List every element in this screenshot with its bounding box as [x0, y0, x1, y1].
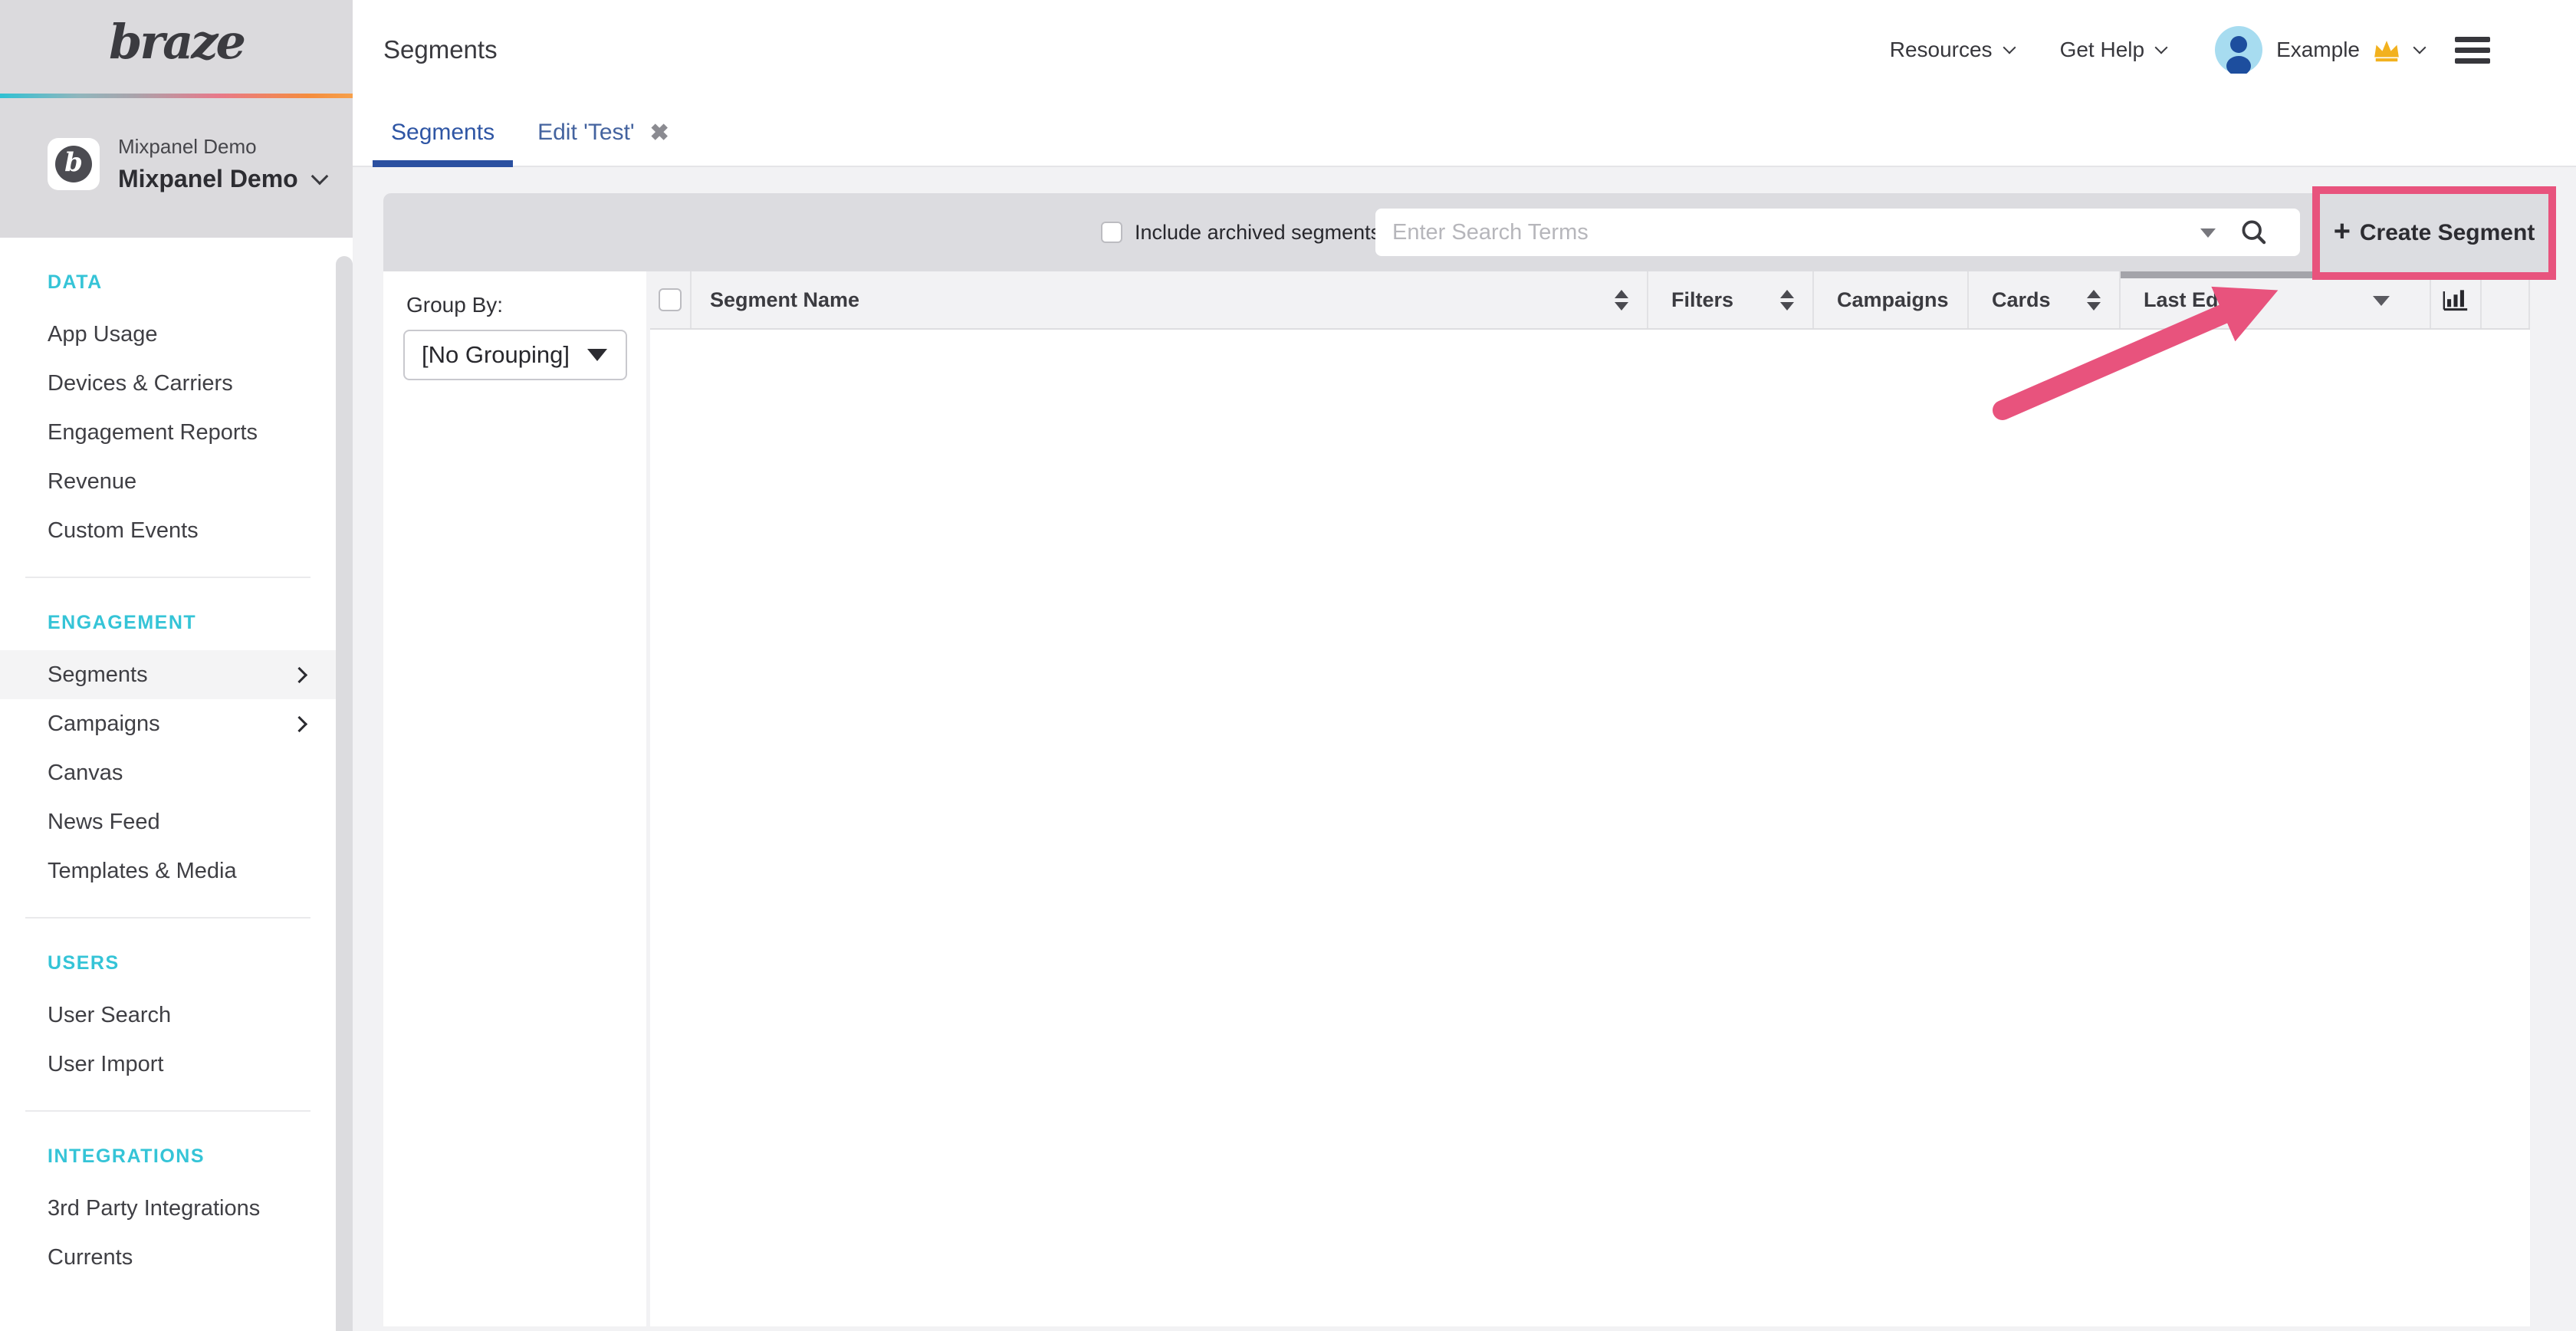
sidebar-item-user-search[interactable]: User Search: [0, 991, 336, 1040]
chevron-right-icon: [291, 715, 307, 731]
search-box: [1375, 209, 2300, 256]
sidebar-nav: DATA App Usage Devices & Carriers Engage…: [0, 238, 336, 1282]
column-last-edited[interactable]: Last Edited: [2121, 271, 2431, 328]
tab-bar: Segments Edit 'Test' ✖: [353, 100, 2576, 167]
user-avatar[interactable]: [2215, 26, 2262, 74]
close-tab-icon[interactable]: ✖: [650, 120, 669, 146]
section-title-engagement: ENGAGEMENT: [0, 612, 336, 650]
sidebar-item-campaigns[interactable]: Campaigns: [0, 699, 336, 748]
sidebar-item-devices-carriers[interactable]: Devices & Carriers: [0, 359, 336, 408]
sidebar-item-currents[interactable]: Currents: [0, 1233, 336, 1282]
resources-menu[interactable]: Resources: [1890, 38, 2014, 62]
section-title-users: USERS: [0, 952, 336, 991]
column-cards[interactable]: Cards: [1969, 271, 2121, 328]
chevron-right-icon: [291, 666, 307, 682]
sidebar-scrollbar[interactable]: [336, 256, 353, 1331]
chevron-down-icon[interactable]: [310, 167, 328, 185]
table-body-empty: [650, 330, 2530, 1325]
sidebar-header: braze b Mixpanel Demo Mixpanel Demo: [0, 0, 353, 238]
chevron-down-icon[interactable]: [2413, 41, 2426, 54]
braze-logo[interactable]: braze: [0, 14, 353, 70]
active-tab-underline: [373, 160, 513, 167]
group-by-label: Group By:: [406, 293, 503, 317]
sidebar-item-news-feed[interactable]: News Feed: [0, 797, 336, 846]
sort-icon[interactable]: [2087, 290, 2101, 311]
sort-icon[interactable]: [1780, 290, 1794, 311]
tab-segments[interactable]: Segments: [373, 100, 513, 166]
brand-gradient-bar: [0, 94, 353, 98]
workspace-switcher[interactable]: b Mixpanel Demo Mixpanel Demo: [48, 135, 326, 193]
sidebar-item-custom-events[interactable]: Custom Events: [0, 506, 336, 555]
tab-edit-test[interactable]: Edit 'Test' ✖: [519, 100, 688, 166]
chevron-down-icon: [2003, 41, 2016, 54]
group-by-panel: Group By: [No Grouping]: [383, 271, 646, 1326]
search-icon[interactable]: [2240, 219, 2268, 246]
crown-icon: [2372, 38, 2401, 62]
segments-toolbar: Include archived segments + Create Segme…: [383, 193, 2545, 271]
sidebar-item-templates-media[interactable]: Templates & Media: [0, 846, 336, 896]
section-title-data: DATA: [0, 271, 336, 310]
get-help-menu[interactable]: Get Help: [2060, 38, 2167, 62]
column-analytics[interactable]: [2431, 271, 2482, 328]
annotation-highlight-box: + Create Segment: [2312, 186, 2556, 280]
sidebar: braze b Mixpanel Demo Mixpanel Demo DATA…: [0, 0, 353, 1331]
sidebar-item-segments[interactable]: Segments: [0, 650, 336, 699]
sidebar-item-3rd-party-integrations[interactable]: 3rd Party Integrations: [0, 1184, 336, 1233]
column-filters[interactable]: Filters: [1648, 271, 1814, 328]
workspace-label: Mixpanel Demo: [118, 135, 326, 159]
menu-icon[interactable]: [2455, 34, 2490, 66]
sort-icon[interactable]: [1615, 290, 1628, 311]
column-campaigns[interactable]: Campaigns: [1814, 271, 1969, 328]
plus-icon: +: [2334, 215, 2351, 248]
column-spacer: [2482, 271, 2530, 328]
section-title-integrations: INTEGRATIONS: [0, 1145, 336, 1184]
sidebar-item-revenue[interactable]: Revenue: [0, 457, 336, 506]
page-title: Segments: [383, 35, 498, 64]
column-segment-name[interactable]: Segment Name: [692, 271, 1648, 328]
select-all-checkbox[interactable]: [659, 288, 682, 311]
select-all-cell: [650, 271, 692, 328]
include-archived-checkbox[interactable]: [1101, 222, 1122, 243]
workspace-app-icon: b: [48, 138, 100, 190]
braze-b-icon: b: [55, 146, 92, 182]
search-dropdown-caret-icon[interactable]: [2200, 228, 2216, 238]
sidebar-item-engagement-reports[interactable]: Engagement Reports: [0, 408, 336, 457]
caret-down-icon[interactable]: [2373, 296, 2390, 306]
analytics-chart-icon: [2443, 288, 2469, 312]
table-header-row: Segment Name Filters Campaigns Cards Las…: [650, 271, 2530, 330]
main-content: Include archived segments + Create Segme…: [353, 167, 2576, 1331]
include-archived-label: Include archived segments: [1135, 221, 1381, 245]
create-segment-button[interactable]: + Create Segment: [2320, 194, 2548, 272]
top-bar: Segments Resources Get Help Example: [353, 0, 2576, 100]
sidebar-item-app-usage[interactable]: App Usage: [0, 310, 336, 359]
sidebar-item-user-import[interactable]: User Import: [0, 1040, 336, 1089]
user-name[interactable]: Example: [2276, 38, 2360, 62]
workspace-name: Mixpanel Demo: [118, 165, 298, 193]
segments-table: Segment Name Filters Campaigns Cards Las…: [650, 271, 2530, 1326]
search-input[interactable]: [1375, 209, 2300, 256]
group-by-select[interactable]: [No Grouping]: [403, 330, 627, 380]
caret-down-icon: [587, 349, 607, 361]
chevron-down-icon: [2155, 41, 2168, 54]
sidebar-item-canvas[interactable]: Canvas: [0, 748, 336, 797]
